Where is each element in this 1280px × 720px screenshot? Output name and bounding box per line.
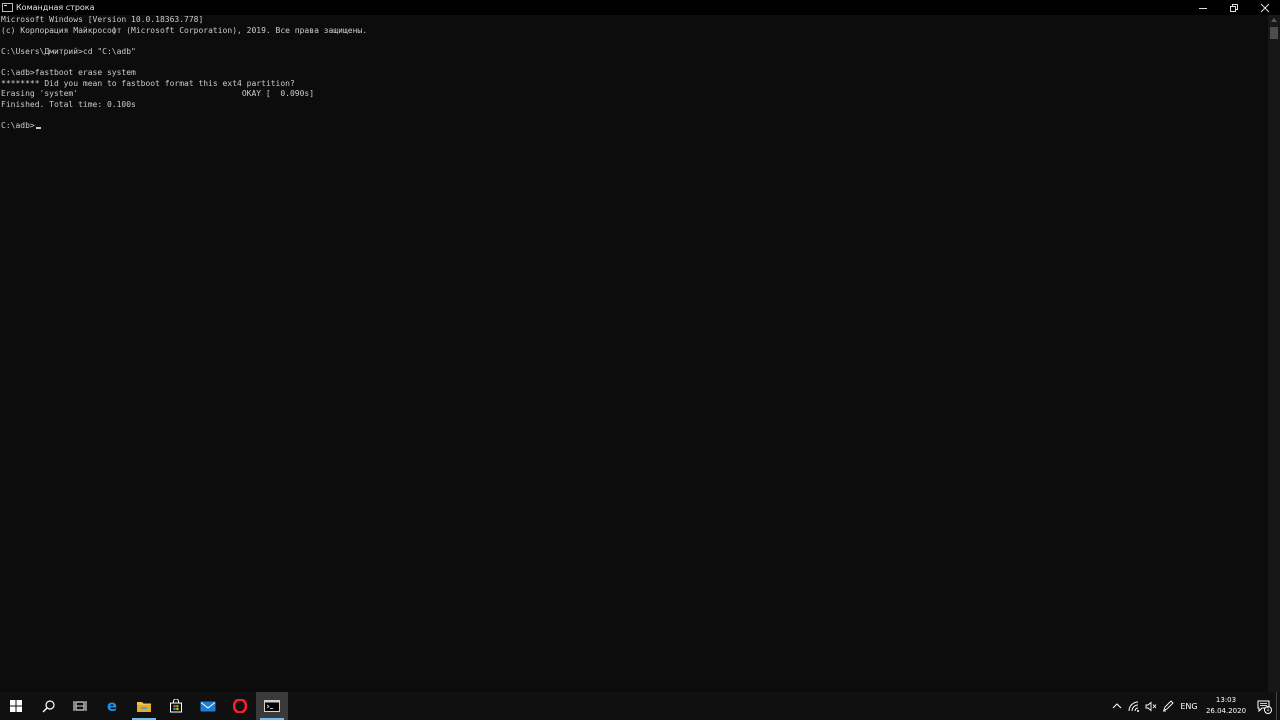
- command-prompt-icon: [264, 700, 280, 712]
- chevron-up-icon: [1112, 703, 1121, 709]
- minimize-button[interactable]: [1187, 0, 1218, 15]
- window-controls: [1187, 0, 1280, 15]
- console-line: ******** Did you mean to fastboot format…: [1, 78, 295, 88]
- command-prompt-icon[interactable]: [2, 3, 13, 12]
- scroll-up-icon[interactable]: [1271, 18, 1277, 22]
- taskbar-app-command-prompt[interactable]: [256, 692, 288, 720]
- start-button[interactable]: [0, 692, 32, 720]
- console-line: C:\Users\Дмитрий>cd "C:\adb": [1, 46, 136, 56]
- task-view-icon: [73, 701, 87, 711]
- system-tray: ENG 13:03 26.04.2020 1: [1108, 692, 1280, 720]
- opera-icon: [233, 699, 247, 713]
- restore-button[interactable]: [1218, 0, 1249, 15]
- title-bar: Командная строка: [0, 0, 1280, 15]
- prompt-text: C:\adb>: [1, 120, 35, 130]
- prompt-line[interactable]: C:\adb>: [0, 121, 1268, 132]
- console-line: C:\adb>fastboot erase system: [1, 67, 136, 77]
- pen-icon: [1162, 700, 1174, 712]
- text-cursor: [35, 126, 41, 129]
- taskbar-app-edge[interactable]: e: [96, 692, 128, 720]
- action-center-button[interactable]: 1: [1250, 692, 1276, 720]
- mail-icon: [200, 701, 216, 711]
- input-language[interactable]: ENG: [1176, 702, 1202, 711]
- clock[interactable]: 13:03 26.04.2020: [1202, 695, 1250, 717]
- window-title: Командная строка: [16, 3, 95, 12]
- minimize-icon: [1198, 7, 1207, 9]
- console-line: Finished. Total time: 0.100s: [1, 99, 136, 109]
- volume-muted-icon: [1145, 701, 1156, 711]
- volume-button[interactable]: [1142, 692, 1159, 720]
- vertical-scrollbar[interactable]: [1268, 15, 1280, 692]
- pen-workspace-button[interactable]: [1159, 692, 1176, 720]
- network-button[interactable]: [1125, 692, 1142, 720]
- clock-date: 26.04.2020: [1205, 707, 1247, 715]
- search-button[interactable]: [32, 692, 64, 720]
- clock-time: 13:03: [1215, 696, 1237, 704]
- show-desktop-button[interactable]: [1276, 692, 1280, 720]
- show-hidden-icons-button[interactable]: [1108, 692, 1125, 720]
- taskbar-app-opera[interactable]: [224, 692, 256, 720]
- restore-icon: [1229, 3, 1238, 12]
- edge-icon: e: [107, 699, 117, 713]
- close-button[interactable]: [1249, 0, 1280, 15]
- start-icon: [10, 700, 22, 712]
- taskbar-app-mail[interactable]: [192, 692, 224, 720]
- console-output[interactable]: Microsoft Windows [Version 10.0.18363.77…: [0, 15, 1268, 692]
- taskbar-app-file-explorer[interactable]: [128, 692, 160, 720]
- file-explorer-icon: [137, 701, 151, 712]
- console-line: Erasing 'system' OKAY [ 0.090s]: [1, 89, 315, 99]
- console-line: Microsoft Windows [Version 10.0.18363.77…: [1, 15, 204, 24]
- task-view-button[interactable]: [64, 692, 96, 720]
- store-icon: [170, 699, 182, 713]
- scrollbar-thumb[interactable]: [1270, 27, 1278, 39]
- search-icon: [42, 699, 55, 712]
- notification-badge: 1: [1264, 706, 1272, 714]
- svg-text:e: e: [107, 699, 117, 713]
- taskbar: e ENG 13:03 26.04.2020 1: [0, 692, 1280, 720]
- console-line: (c) Корпорация Майкрософт (Microsoft Cor…: [1, 25, 368, 35]
- taskbar-app-store[interactable]: [160, 692, 192, 720]
- close-icon: [1260, 3, 1269, 12]
- network-icon: [1128, 701, 1139, 712]
